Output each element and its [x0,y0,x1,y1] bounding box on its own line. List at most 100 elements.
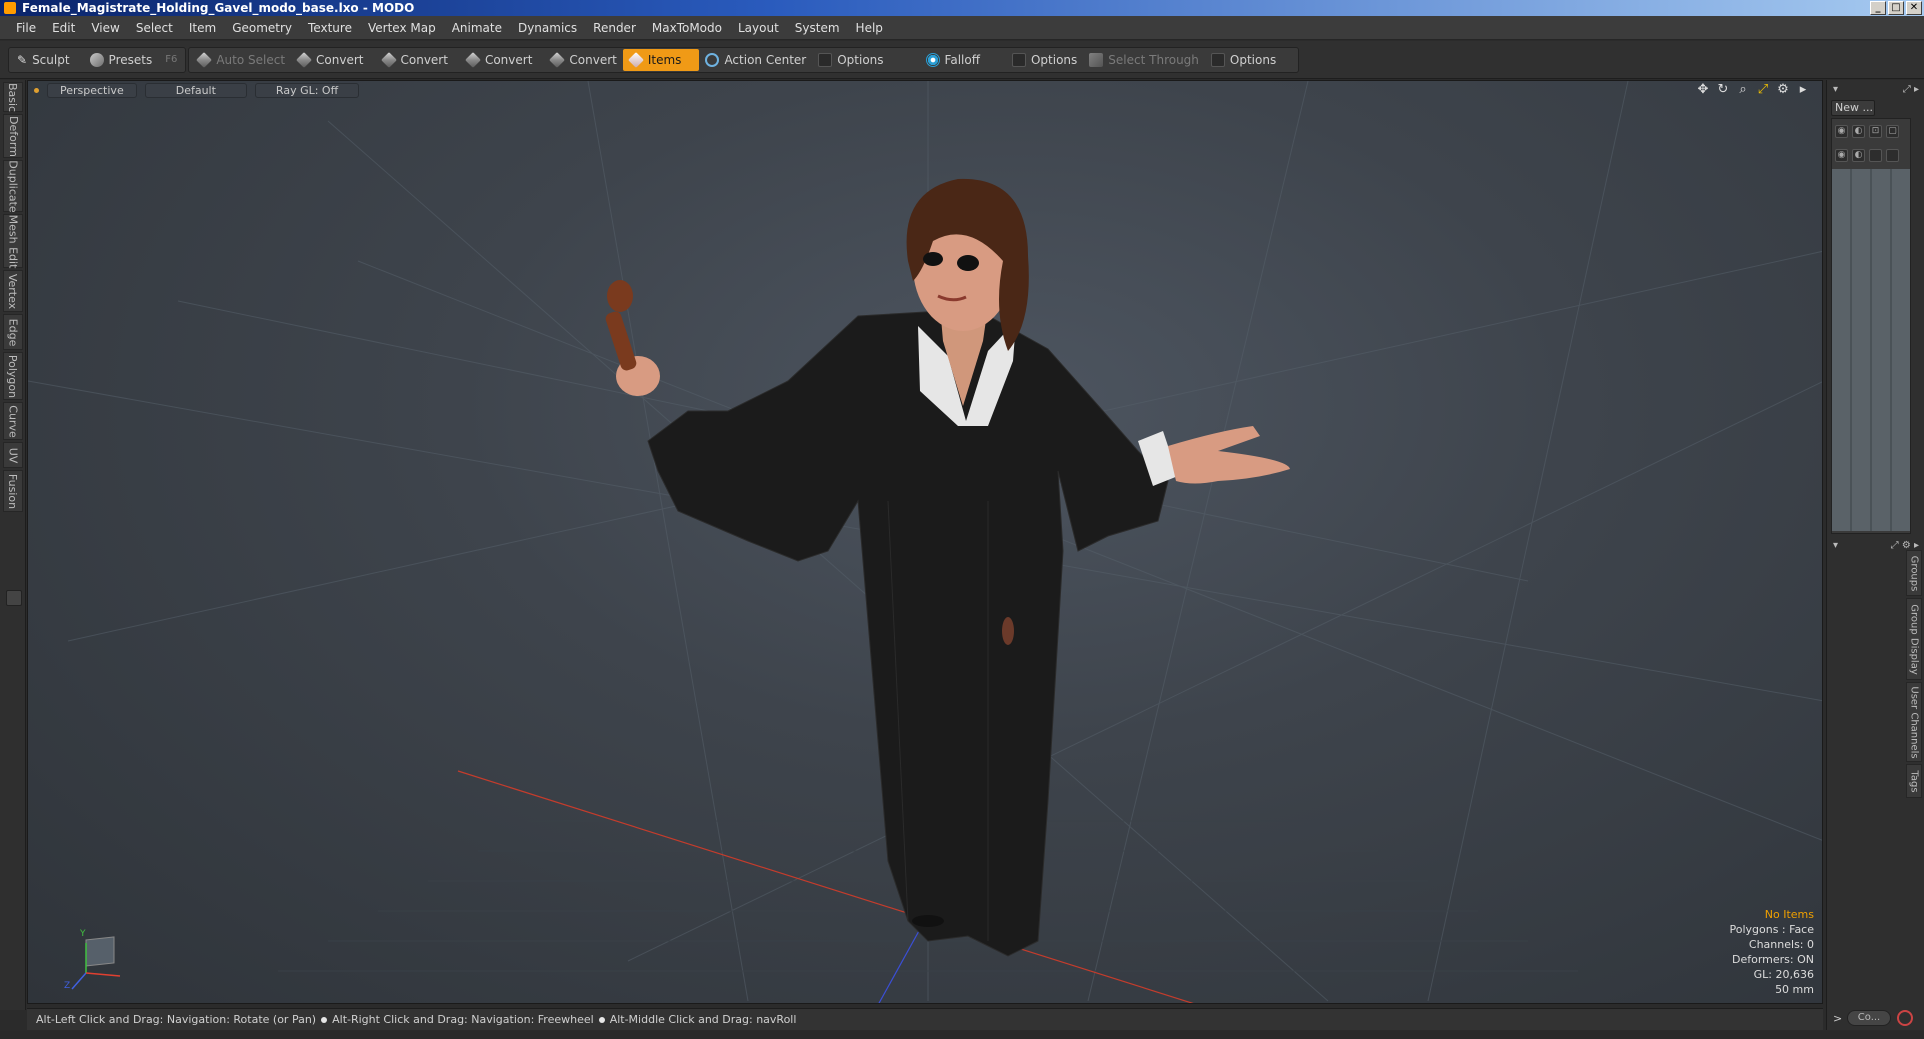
tab-polygon[interactable]: Polygon [3,352,23,400]
menu-dynamics[interactable]: Dynamics [510,16,585,40]
menu-select[interactable]: Select [128,16,181,40]
visibility-eye-icon[interactable]: ◉ [1835,148,1848,162]
falloff-icon [925,52,940,67]
right-vertical-tabs: Groups Group Display User Channels Tags [1906,550,1922,800]
group-lister[interactable]: ◉ ◐ ⊡ ▢ ◉ ◐ [1831,118,1911,534]
fit-icon[interactable]: ⤢ [1756,83,1770,97]
viewport-header: Perspective Default Ray GL: Off [28,81,1822,99]
sculpt-button[interactable]: ✎ Sculpt [11,49,76,71]
render-icon[interactable]: ◐ [1852,148,1865,162]
options-label-3: Options [1229,52,1277,67]
items-mode-button[interactable]: Items [622,48,700,71]
select-through-options-button[interactable]: Options [1205,49,1296,71]
menu-texture[interactable]: Texture [300,16,360,40]
lock-icon[interactable] [1869,148,1882,162]
tab-curve[interactable]: Curve [3,402,23,440]
record-icon[interactable] [1897,1010,1913,1026]
falloff-options-button[interactable]: Options [1006,49,1083,71]
panel-settings-icon[interactable]: ⤢ ⚙ ▸ [1891,540,1919,551]
tool-panel-toggle-button[interactable] [6,590,22,606]
tab-tags-label: Tags [1908,769,1920,793]
panel-expand-icon[interactable]: ⤢ ▸ [1903,84,1919,95]
lens-info: 50 mm [1775,983,1814,996]
select-icon[interactable] [1886,148,1899,162]
tab-user-channels[interactable]: User Channels [1906,682,1922,762]
tab-fusion[interactable]: Fusion [3,470,23,512]
lock-icon[interactable]: ⊡ [1869,124,1882,138]
menu-maxtomodo[interactable]: MaxToModo [644,16,730,40]
auto-select-button[interactable]: Auto Select [191,49,291,71]
panel-menu-chevron-icon[interactable]: ▾ [1833,84,1838,95]
tab-uv[interactable]: UV [3,442,23,468]
menu-edit[interactable]: Edit [44,16,83,40]
minimize-button[interactable]: _ [1870,1,1886,15]
lister-header-row: ◉ ◐ ⊡ ▢ [1832,119,1910,143]
window-controls: _ □ ✕ [1870,1,1922,15]
3d-viewport[interactable]: Perspective Default Ray GL: Off ✥ ↻ ⌕ ⤢ … [27,80,1823,1004]
hint-separator [321,1017,328,1023]
convert-vertices-button[interactable]: Convert [291,49,369,71]
tab-tags[interactable]: Tags [1906,764,1922,798]
bottom-strip [0,1031,1924,1039]
command-input-button[interactable]: Co... [1847,1010,1891,1026]
axis-z-label: Z [64,981,71,991]
tab-deform[interactable]: Deform [3,114,23,158]
menu-vertex-map[interactable]: Vertex Map [360,16,444,40]
close-button[interactable]: ✕ [1906,1,1922,15]
menu-geometry[interactable]: Geometry [224,16,300,40]
select-through-label: Select Through [1108,52,1199,67]
render-icon[interactable]: ◐ [1852,124,1865,138]
menu-bar: File Edit View Select Item Geometry Text… [0,16,1924,40]
lister-columns [1832,169,1910,531]
command-expand-icon[interactable]: > [1833,1012,1842,1025]
convert-label-1: Convert [316,52,364,67]
convert-edges-button[interactable]: Convert [370,49,454,71]
menu-file[interactable]: File [8,16,44,40]
zoom-icon[interactable]: ⌕ [1736,83,1750,97]
convert-polygons-button[interactable]: Convert [454,49,538,71]
tab-group-display[interactable]: Group Display [1906,598,1922,680]
menu-animate[interactable]: Animate [444,16,510,40]
presets-button[interactable]: Presets F6 [76,49,184,71]
tab-duplicate[interactable]: Duplicate [3,160,23,212]
tab-mesh-edit[interactable]: Mesh Edit [3,214,23,268]
tab-basic[interactable]: Basic [3,82,23,112]
menu-render[interactable]: Render [585,16,644,40]
menu-item[interactable]: Item [181,16,224,40]
maximize-button[interactable]: □ [1888,1,1904,15]
view-type-dropdown[interactable]: Perspective [47,82,137,98]
raygl-dropdown[interactable]: Ray GL: Off [254,82,360,98]
viewport-menu-chevron-icon[interactable]: ▸ [1796,83,1810,97]
tab-edge[interactable]: Edge [3,314,23,350]
visibility-eye-icon[interactable]: ◉ [1835,124,1848,138]
menu-system[interactable]: System [787,16,848,40]
presets-label: Presets [108,52,153,67]
convert-materials-button[interactable]: Convert [538,49,622,71]
items-status: No Items [1764,908,1814,921]
tab-vertex[interactable]: Vertex [3,270,23,312]
action-center-options-button[interactable]: Options [812,49,919,71]
action-center-button[interactable]: Action Center [699,49,812,71]
items-label: Items [647,52,682,67]
select-through-button[interactable]: Select Through [1083,49,1205,71]
pan-icon[interactable]: ✥ [1696,83,1710,97]
auto-select-label: Auto Select [216,52,286,67]
rotate-icon[interactable]: ↻ [1716,83,1730,97]
tab-groups[interactable]: Groups [1906,550,1922,596]
select-icon[interactable]: ▢ [1886,124,1899,138]
polygons-mode-icon [465,51,481,68]
falloff-label: Falloff [944,52,980,67]
menu-view[interactable]: View [83,16,127,40]
lister-row[interactable]: ◉ ◐ [1832,143,1910,167]
nav-hint-rotate: Alt-Left Click and Drag: Navigation: Rot… [36,1013,317,1026]
magistrate-model[interactable] [604,178,1290,957]
tab-user-channels-label: User Channels [1908,685,1920,759]
menu-help[interactable]: Help [848,16,891,40]
menu-layout[interactable]: Layout [730,16,787,40]
new-group-button[interactable]: New ... [1831,100,1875,116]
panel-menu-chevron-icon[interactable]: ▾ [1833,540,1838,551]
shading-dropdown[interactable]: Default [144,82,247,98]
viewport-settings-icon[interactable]: ⚙ [1776,83,1790,97]
window-title: Female_Magistrate_Holding_Gavel_modo_bas… [22,1,415,15]
falloff-button[interactable]: Falloff [920,49,1006,71]
